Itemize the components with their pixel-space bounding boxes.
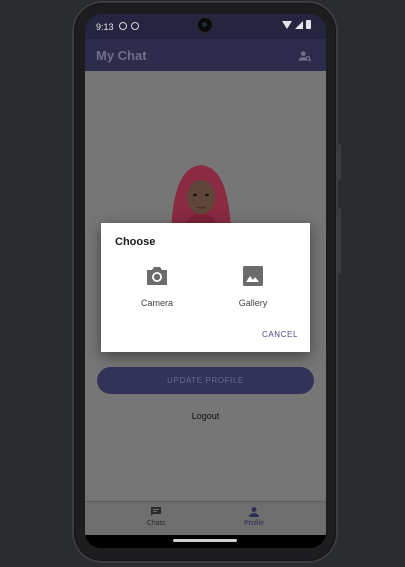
- app-title: My Chat: [96, 48, 147, 63]
- app-bar: My Chat: [85, 39, 326, 71]
- volume-button: [338, 208, 341, 274]
- person-search-icon[interactable]: [298, 49, 312, 63]
- cancel-button[interactable]: CANCEL: [262, 330, 298, 339]
- status-bar: 9:13: [85, 14, 326, 39]
- bottom-navigation: Chats Profile: [85, 501, 326, 536]
- gallery-option-label: Gallery: [238, 298, 268, 308]
- nav-item-chats[interactable]: Chats: [116, 506, 196, 527]
- update-profile-button[interactable]: UPDATE PROFILE: [97, 367, 314, 394]
- image-icon: [243, 266, 263, 286]
- person-icon: [249, 507, 259, 517]
- status-icons: [282, 20, 311, 29]
- nav-label-chats: Chats: [146, 520, 166, 527]
- camera-option[interactable]: Camera: [117, 265, 197, 308]
- nav-item-profile[interactable]: Profile: [214, 506, 294, 527]
- gesture-handle[interactable]: [173, 539, 237, 542]
- power-button: [338, 144, 341, 180]
- shield-status-icon: [119, 22, 127, 30]
- dialog-title: Choose: [115, 236, 156, 248]
- sync-status-icon: [131, 22, 139, 30]
- nav-label-profile: Profile: [244, 520, 264, 527]
- battery-icon: [306, 20, 311, 29]
- front-camera: [198, 18, 212, 32]
- wifi-icon: [282, 20, 292, 29]
- camera-option-label: Camera: [140, 298, 173, 308]
- status-time: 9:13: [96, 22, 114, 32]
- profile-avatar[interactable]: [161, 151, 241, 231]
- chat-icon: [151, 507, 161, 516]
- camera-icon: [147, 267, 167, 285]
- logout-link[interactable]: Logout: [85, 411, 326, 421]
- gallery-option[interactable]: Gallery: [213, 265, 293, 308]
- signal-icon: [295, 20, 303, 29]
- choose-image-dialog: Choose Camera Gallery CANCEL: [101, 223, 310, 352]
